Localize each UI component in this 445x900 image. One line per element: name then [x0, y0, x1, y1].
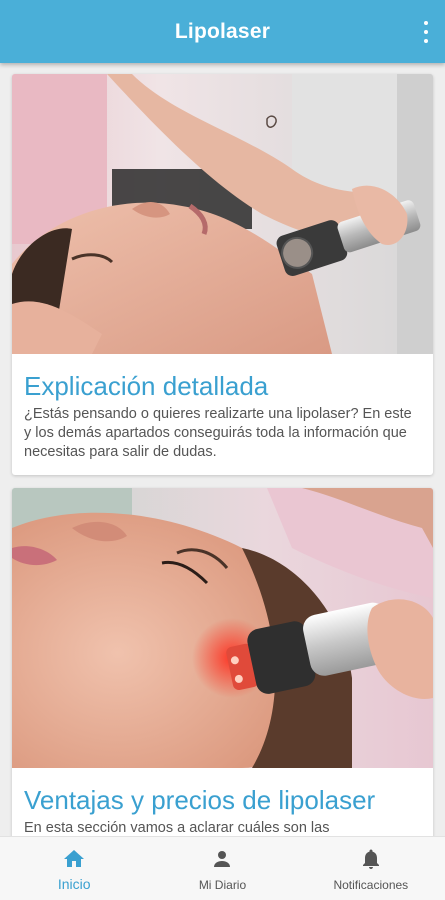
- person-icon: [214, 851, 231, 867]
- card-title: Explicación detallada: [24, 371, 269, 401]
- card-ventajas-precios[interactable]: Ventajas y precios de lipolaser En esta …: [12, 488, 433, 836]
- nav-item-mi-diario[interactable]: Mi Diario: [148, 837, 296, 900]
- bottom-navigation: Inicio Mi Diario Notificaciones: [0, 836, 445, 900]
- nav-item-inicio[interactable]: Inicio: [0, 837, 148, 900]
- nav-label: Inicio: [57, 876, 91, 892]
- nav-label: Notificaciones: [333, 878, 409, 892]
- nav-item-notificaciones[interactable]: Notificaciones: [297, 837, 445, 900]
- card-image-redlight: [12, 488, 433, 768]
- card-image-treatment: [12, 74, 433, 354]
- card-explicacion[interactable]: Explicación detallada ¿Estás pensando o …: [12, 74, 433, 475]
- card-description: ¿Estás pensando o quieres realizarte una…: [24, 406, 412, 460]
- app-bar: Lipolaser: [0, 0, 445, 63]
- feed[interactable]: Explicación detallada ¿Estás pensando o …: [0, 63, 445, 836]
- card-description: En esta sección vamos a aclarar cuáles s…: [24, 820, 330, 836]
- app-title: Lipolaser: [174, 19, 271, 43]
- nav-label: Mi Diario: [198, 878, 247, 892]
- bell-icon: [362, 849, 379, 869]
- card-title: Ventajas y precios de lipolaser: [24, 785, 376, 815]
- home-icon: [64, 850, 85, 867]
- more-vert-icon[interactable]: [421, 21, 431, 43]
